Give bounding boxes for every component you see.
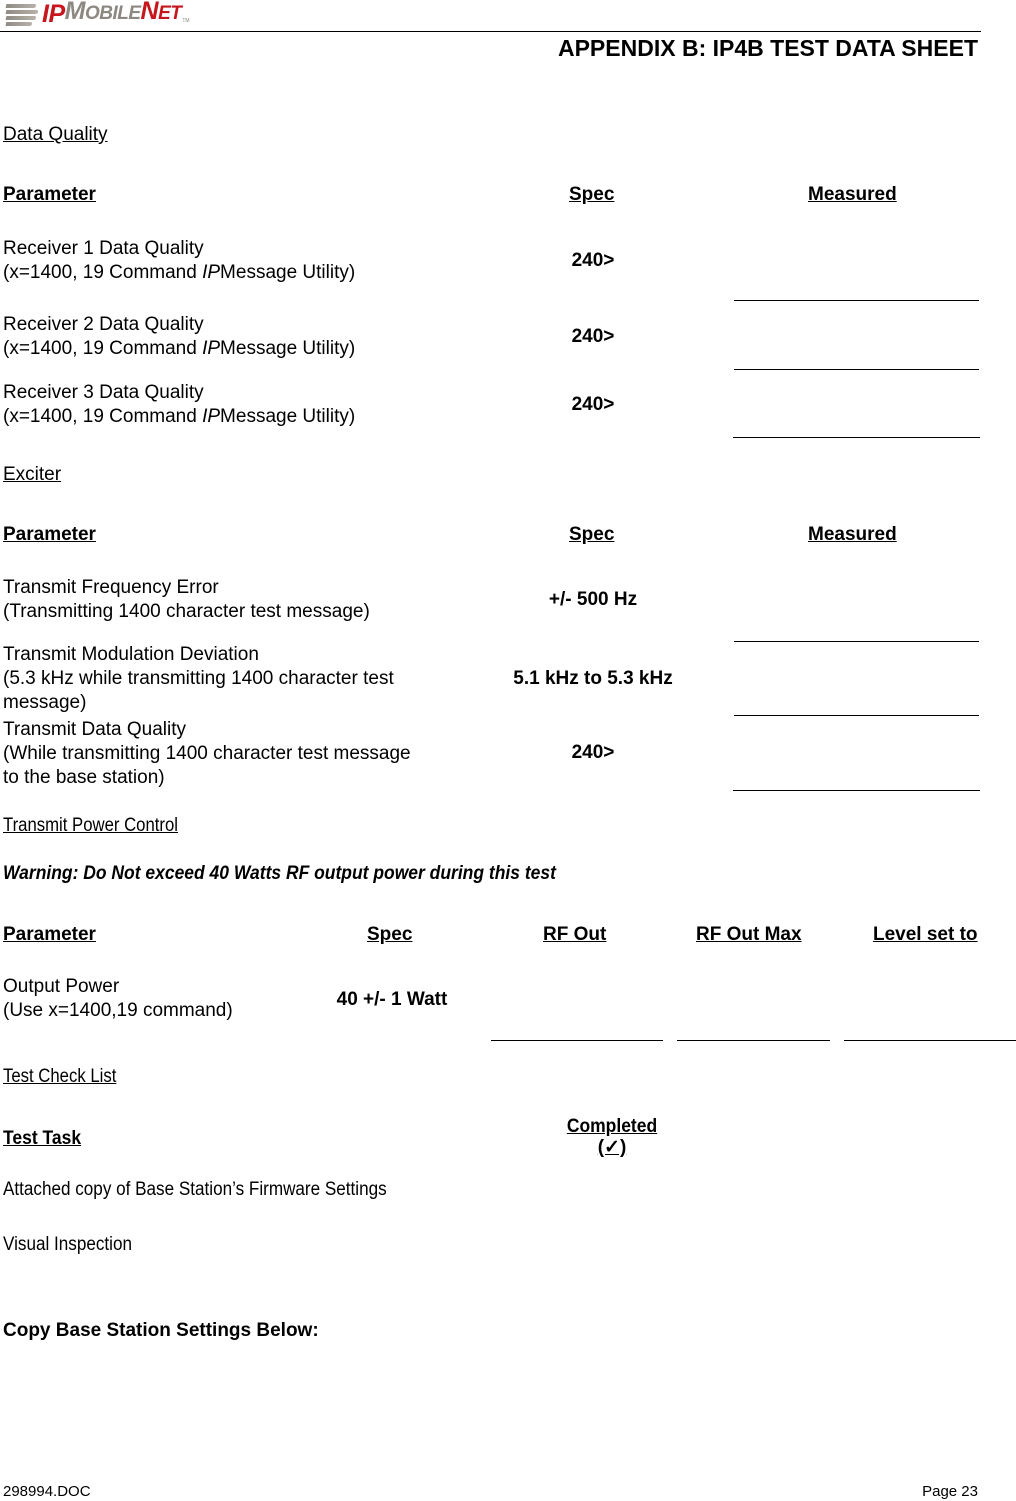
settings-heading: Copy Base Station Settings Below: [3,1320,319,1341]
document-title: APPENDIX B: IP4B TEST DATA SHEET [557,35,978,61]
column-header-spec: Spec [367,924,413,945]
footer-doc-id: 298994.DOC [3,1483,91,1500]
table-row-transmit-data-quality: Transmit Data Quality (While transmittin… [3,718,411,790]
parameter-name: Transmit Data Quality [3,719,187,740]
column-header-level-set-to: Level set to [873,924,978,945]
column-header-parameter: Parameter [3,924,96,945]
logo-net-initial: N [140,0,159,25]
column-header-rf-out: RF Out [543,924,607,945]
parameter-name: Receiver 1 Data Quality [3,238,204,259]
logo-net-rest: ET [158,3,182,24]
table-row-modulation-deviation: Transmit Modulation Deviation (5.3 kHz w… [3,643,394,715]
logo-mobile-rest: OBILE [84,3,141,24]
parameter-detail: (While transmitting 1400 character test … [3,743,411,764]
spec-value: 240> [571,394,615,415]
measured-input-line[interactable] [734,715,979,716]
parameter-detail-cont: to the base station) [3,767,165,788]
detail-italic: IP [202,338,221,359]
measured-input-line[interactable] [734,641,979,642]
trademark-mark: TM [182,18,190,24]
header-divider [0,31,981,32]
measured-input-line[interactable] [733,790,980,791]
column-header-parameter: Parameter [3,524,96,545]
warning-text: Warning: Do Not exceed 40 Watts RF outpu… [3,863,556,884]
detail-italic: IP [202,406,221,427]
table-row-frequency-error: Transmit Frequency Error (Transmitting 1… [3,576,370,624]
spec-value: 40 +/- 1 Watt [336,989,448,1010]
section-title-exciter: Exciter [3,464,62,485]
section-title-data-quality: Data Quality [3,124,108,145]
rf-out-input-line[interactable] [491,1040,663,1041]
completed-label: Completed [566,1116,658,1137]
column-header-parameter: Parameter [3,184,96,205]
detail-text: (x=1400, 19 Command [3,262,203,283]
spec-value: 5.1 kHz to 5.3 kHz [513,668,673,689]
parameter-detail: (5.3 kHz while transmitting 1400 charact… [3,668,394,689]
parameter-name: Transmit Modulation Deviation [3,644,259,665]
rf-out-max-input-line[interactable] [677,1040,830,1041]
logo-mobile: MOBILE [65,0,141,26]
column-header-completed: Completed (✓) [552,1116,672,1158]
parameter-name: Output Power [3,976,120,997]
parameter-name: Receiver 2 Data Quality [3,314,204,335]
measured-input-line[interactable] [733,437,980,438]
footer-page-number: Page 23 [922,1483,978,1500]
checklist-item-firmware-settings: Attached copy of Base Station’s Firmware… [3,1179,387,1200]
level-set-to-input-line[interactable] [844,1040,1016,1041]
checklist-item-visual-inspection: Visual Inspection [3,1234,132,1255]
column-header-measured: Measured [808,184,897,205]
parameter-name: Receiver 3 Data Quality [3,382,204,403]
measured-input-line[interactable] [734,369,979,370]
column-header-measured: Measured [808,524,897,545]
company-logo: IP MOBILE NET TM [5,0,190,28]
parameter-detail: (Use x=1400,19 command) [3,1000,233,1021]
logo-net: NET [141,0,182,26]
table-row-receiver-2: Receiver 2 Data Quality (x=1400, 19 Comm… [3,313,355,361]
spec-value: 240> [571,326,615,347]
spec-value: 240> [571,250,615,271]
section-title-transmit-power-control: Transmit Power Control [3,815,178,836]
table-row-receiver-1: Receiver 1 Data Quality (x=1400, 19 Comm… [3,237,355,285]
parameter-detail: (x=1400, 19 Command IPMessage Utility) [3,261,355,285]
column-header-spec: Spec [569,184,615,205]
column-header-rf-out-max: RF Out Max [696,924,802,945]
section-title-test-check-list: Test Check List [3,1066,117,1087]
parameter-detail: (Transmitting 1400 character test messag… [3,601,370,622]
parameter-name: Transmit Frequency Error [3,577,219,598]
parameter-detail: (x=1400, 19 Command IPMessage Utility) [3,405,355,429]
column-header-spec: Spec [569,524,615,545]
logo-mobile-initial: M [64,0,86,25]
parameter-detail-cont: message) [3,692,87,713]
measured-input-line[interactable] [734,300,979,301]
table-row-output-power: Output Power (Use x=1400,19 command) [3,975,233,1023]
table-row-receiver-3: Receiver 3 Data Quality (x=1400, 19 Comm… [3,381,355,429]
detail-text: (x=1400, 19 Command [3,406,203,427]
parameter-detail: (x=1400, 19 Command IPMessage Utility) [3,337,355,361]
detail-text: Message Utility) [220,338,356,359]
checkmark-icon: (✓) [597,1137,627,1158]
logo-emblem-icon [5,2,40,26]
spec-value: 240> [571,742,615,763]
column-header-test-task: Test Task [3,1128,82,1149]
spec-value: +/- 500 Hz [548,589,638,610]
logo-ip: IP [42,0,65,28]
detail-text: Message Utility) [220,406,356,427]
detail-text: (x=1400, 19 Command [3,338,203,359]
detail-text: Message Utility) [220,262,356,283]
detail-italic: IP [202,262,221,283]
